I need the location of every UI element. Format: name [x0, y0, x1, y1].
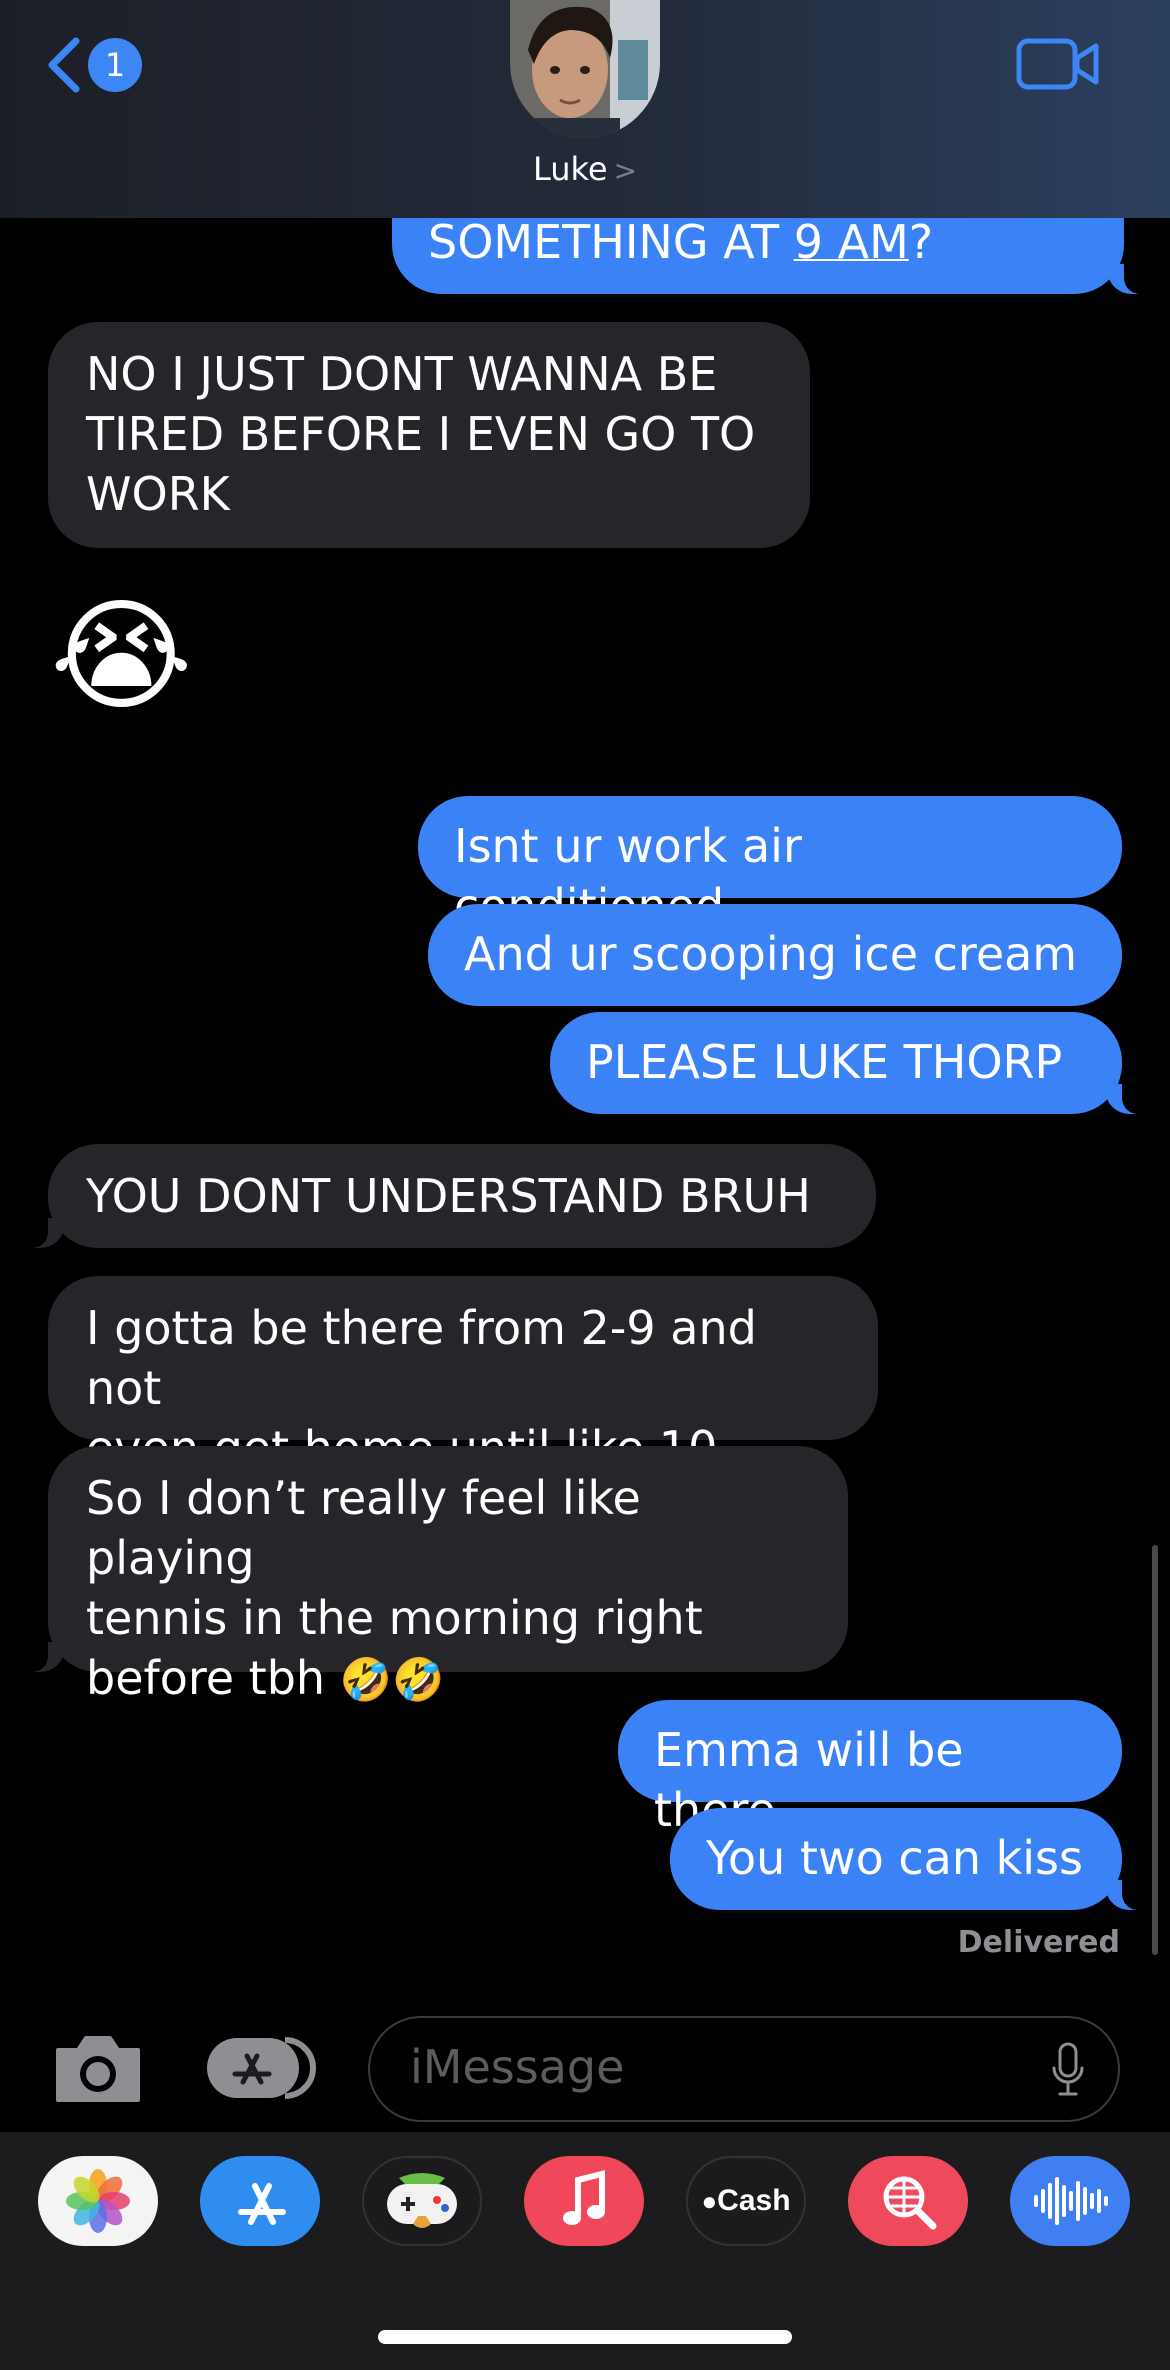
message-text: PLEASE LUKE THORP	[586, 1035, 1063, 1089]
emoji-suffix: 🤣🤣	[339, 1655, 445, 1704]
message-line: NO I JUST DONT WANNA BE	[86, 347, 718, 401]
game-app-button[interactable]	[362, 2156, 482, 2246]
apple-cash-icon: ●Cash	[701, 2184, 791, 2217]
game-controller-icon	[387, 2173, 457, 2228]
message-time-link[interactable]: 9 AM	[794, 215, 909, 269]
apple-cash-label: Cash	[717, 2184, 791, 2217]
video-call-icon[interactable]	[1016, 36, 1100, 92]
globe-search-icon	[883, 2176, 937, 2230]
delivery-status: Delivered	[957, 1925, 1120, 1960]
contact-avatar[interactable]	[510, 0, 660, 138]
audio-waveform-icon	[1034, 2177, 1108, 2225]
message-line: TIRED BEFORE I EVEN GO TO	[86, 407, 756, 461]
message-text: And ur scooping ice cream	[464, 927, 1078, 981]
message-bubble-incoming[interactable]: NO I JUST DONT WANNA BE TIRED BEFORE I E…	[48, 322, 810, 548]
message-bubble-outgoing[interactable]: PLEASE LUKE THORP	[550, 1012, 1148, 1114]
apple-cash-app-button[interactable]: ●Cash	[686, 2156, 806, 2246]
message-bubble-incoming[interactable]: YOU DONT UNDERSTAND BRUH	[22, 1144, 876, 1248]
message-bubble-outgoing[interactable]: And ur scooping ice cream	[428, 904, 1122, 1006]
message-line: before tbh	[86, 1651, 326, 1705]
message-bubble-outgoing[interactable]: You two can kiss	[670, 1808, 1148, 1910]
message-bubble-outgoing[interactable]: Isnt ur work air conditioned	[418, 796, 1122, 933]
message-text: YOU DONT UNDERSTAND BRUH	[86, 1169, 811, 1223]
music-app-button[interactable]	[524, 2156, 644, 2246]
message-line: tennis in the morning right	[86, 1591, 703, 1645]
contact-name: Luke	[532, 150, 608, 188]
emoji-message[interactable]: 😭	[50, 586, 193, 726]
audio-app-button[interactable]	[1010, 2156, 1130, 2246]
chevron-right-icon: >	[613, 154, 638, 187]
camera-icon[interactable]	[52, 2032, 144, 2104]
app-store-drawer-icon[interactable]	[205, 2032, 320, 2104]
contact-name-button[interactable]: Luke >	[0, 150, 1170, 188]
music-note-icon	[563, 2170, 605, 2225]
chevron-left-icon	[48, 37, 80, 93]
photos-app-button[interactable]	[38, 2156, 158, 2246]
conversation-header: 1 Luke >	[0, 0, 1170, 218]
message-line: So I don’t really feel like playing	[86, 1471, 641, 1585]
search-app-button[interactable]	[848, 2156, 968, 2246]
scrollbar[interactable]	[1152, 1545, 1158, 1955]
message-text: You two can kiss	[706, 1831, 1083, 1885]
app-store-app-button[interactable]	[200, 2156, 320, 2246]
message-bubble-incoming[interactable]: So I don’t really feel like playing tenn…	[22, 1446, 848, 1705]
unread-count-badge: 1	[88, 38, 142, 92]
message-text: SOMETHING AT	[428, 215, 794, 269]
home-indicator[interactable]	[378, 2330, 792, 2344]
photos-icon	[66, 2169, 130, 2233]
message-bubble-outgoing[interactable]: Emma will be there	[618, 1700, 1122, 1837]
message-input[interactable]: iMessage	[368, 2016, 1120, 2122]
message-line: I gotta be there from 2-9 and not	[86, 1301, 757, 1415]
app-store-icon	[238, 2183, 286, 2225]
back-button[interactable]: 1	[44, 30, 154, 100]
message-bubble-incoming[interactable]: I gotta be there from 2-9 and not even g…	[48, 1276, 878, 1475]
message-text: ?	[908, 215, 934, 269]
message-line: WORK	[86, 467, 230, 521]
message-input-placeholder: iMessage	[410, 2040, 625, 2094]
microphone-icon[interactable]	[1050, 2042, 1086, 2098]
